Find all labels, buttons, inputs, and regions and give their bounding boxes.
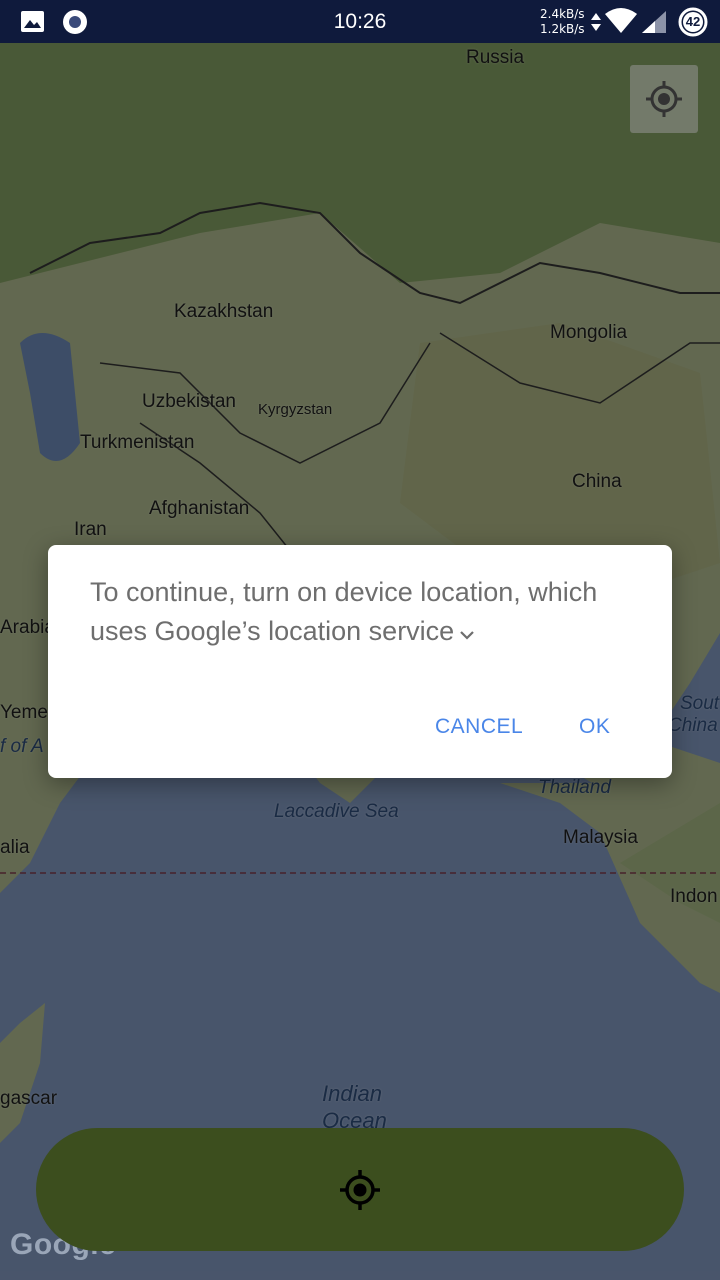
locate-me-button[interactable]: [36, 1128, 684, 1251]
status-bar: 10:26 2.4kB/s 1.2kB/s 42: [0, 0, 720, 43]
dialog-message: To continue, turn on device location, wh…: [90, 577, 598, 646]
transfer-arrows-icon: [590, 12, 602, 37]
upload-speed: 2.4kB/s: [540, 7, 585, 21]
my-location-button[interactable]: [630, 65, 698, 133]
location-permission-dialog: To continue, turn on device location, wh…: [48, 545, 672, 778]
crosshair-icon: [646, 81, 682, 117]
battery-level: 42: [685, 14, 701, 29]
cell-signal-icon: [641, 10, 667, 39]
gps-target-icon: [340, 1170, 380, 1210]
dialog-message-container[interactable]: To continue, turn on device location, wh…: [90, 573, 640, 652]
battery-icon: 42: [678, 7, 708, 42]
cancel-button[interactable]: CANCEL: [435, 715, 523, 739]
network-speed: 2.4kB/s 1.2kB/s: [540, 7, 585, 37]
download-speed: 1.2kB/s: [540, 22, 585, 36]
chevron-down-icon[interactable]: [458, 613, 476, 652]
wifi-icon: [604, 8, 638, 39]
ok-button[interactable]: OK: [579, 715, 610, 739]
